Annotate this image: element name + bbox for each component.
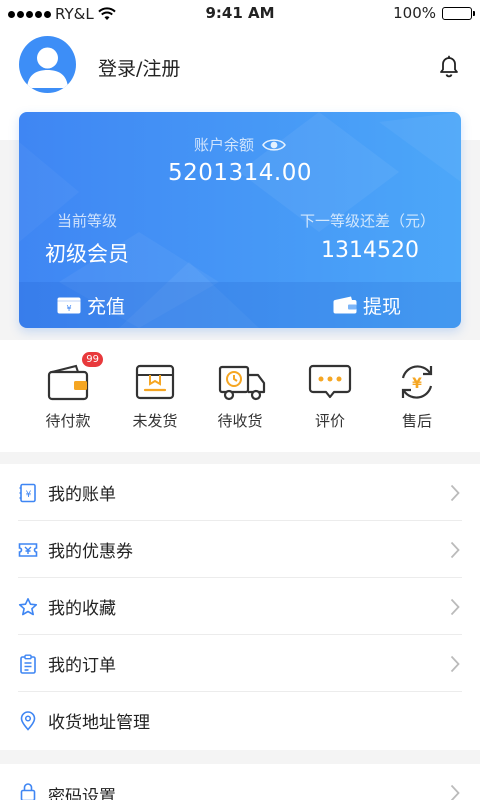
clipboard-icon [20,654,36,674]
balance-label: 账户余额 [193,136,254,154]
refund-cycle-icon: ¥ [401,365,433,399]
review-label: 评价 [314,412,345,430]
menu-label: 收货地址管理 [48,713,150,733]
status-bar: RY&L 9:41 AM 100% [0,0,480,28]
menu-label: 密码设置 [48,787,116,800]
withdraw-label: 提现 [362,295,401,318]
star-icon [18,597,38,615]
battery-percent: 100% [393,4,436,22]
svg-text:¥: ¥ [66,304,71,313]
card-actions: ¥ 充值 提现 [19,282,461,328]
after-sales-button[interactable]: ¥ 售后 [377,362,457,431]
chevron-right-icon [450,541,460,558]
pending-receipt-button[interactable]: 待收货 [200,362,280,431]
level-label: 当前等级 [57,212,118,230]
level-value: 初级会员 [45,242,129,266]
pending-payment-button[interactable]: 99 待付款 [28,352,108,431]
balance-value: 5201314.00 [167,160,312,186]
menu-item-orders[interactable]: 我的订单 [0,635,480,692]
menu-item-coupons[interactable]: 我的优惠券 [0,521,480,578]
eye-icon[interactable] [262,137,286,153]
chevron-right-icon [450,598,460,615]
menu-list: ¥ 我的账单 我的优惠券 我的收藏 我的订单 收货地址管理 [0,464,480,750]
chevron-right-icon [450,655,460,672]
chevron-right-icon [450,484,460,501]
next-level-value: 1314520 [321,238,419,263]
menu-label: 我的账单 [48,485,116,505]
bell-icon[interactable] [436,53,462,79]
menu-label: 我的优惠券 [48,542,133,562]
wallet-icon [333,296,357,314]
wallet-outline-icon [47,364,89,401]
yuan-card-icon: ¥ [57,297,81,313]
recharge-button[interactable]: ¥ 充值 [57,282,125,328]
not-shipped-label: 未发货 [132,412,178,430]
recharge-label: 充值 [87,295,126,318]
battery-indicator: 100% [393,4,475,22]
avatar[interactable] [19,36,76,93]
chevron-right-icon [450,784,460,800]
svg-text:¥: ¥ [26,490,32,500]
pending-payment-label: 待付款 [45,412,91,430]
withdraw-button[interactable]: 提现 [333,282,401,328]
login-register-link[interactable]: 登录/注册 [98,54,180,81]
battery-icon [442,6,475,20]
balance-card: 账户余额 5201314.00 当前等级 初级会员 下一等级还差（元） 1314… [19,112,461,328]
next-level-label: 下一等级还差（元） [299,212,435,230]
order-shortcuts: 99 待付款 未发货 待收货 评价 ¥ 售后 [0,340,480,452]
chat-bubble-icon [308,364,352,399]
menu-item-favorites[interactable]: 我的收藏 [0,578,480,635]
after-sales-label: 售后 [401,412,432,430]
package-icon [135,364,175,400]
bill-icon: ¥ [19,483,36,502]
menu-label: 我的收藏 [48,599,116,619]
pending-receipt-label: 待收货 [217,412,263,430]
menu-list-settings: 密码设置 [0,764,480,800]
user-avatar-icon [27,47,68,88]
menu-label: 我的订单 [48,656,116,676]
menu-item-password[interactable]: 密码设置 [0,764,480,800]
location-pin-icon [20,710,36,731]
svg-text:¥: ¥ [412,376,422,392]
menu-item-bills[interactable]: ¥ 我的账单 [0,464,480,521]
not-shipped-button[interactable]: 未发货 [115,362,195,431]
pending-payment-badge: 99 [82,352,103,367]
delivery-truck-icon [218,365,266,401]
review-button[interactable]: 评价 [290,362,370,431]
lock-icon [20,783,36,800]
coupon-icon [18,542,38,557]
menu-item-address[interactable]: 收货地址管理 [0,692,480,749]
